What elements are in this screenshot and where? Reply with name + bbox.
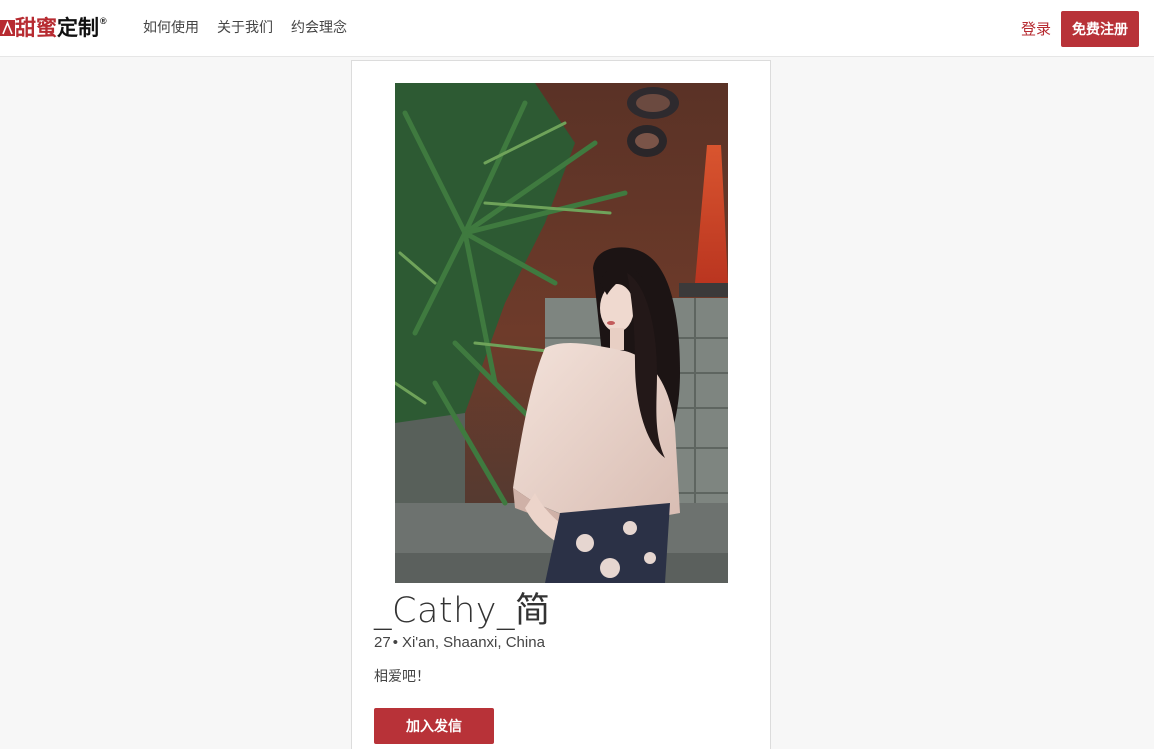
profile-age: 27 [374, 634, 391, 651]
site-logo[interactable]: 甜蜜 定制 ® [0, 14, 107, 42]
registered-mark: ® [100, 16, 107, 26]
profile-location: Xi'an, Shaanxi, China [401, 634, 545, 651]
profile-card: _Cathy_简 27 • Xi'an, Shaanxi, China 相爱吧！ 加… [351, 60, 771, 749]
send-message-button[interactable]: 加入发信 [374, 708, 494, 744]
profile-photo-illustration [395, 83, 728, 583]
logo-text-dark: 定制 [57, 16, 99, 40]
main-nav: 如何使用 关于我们 约会理念 [143, 0, 365, 57]
register-button[interactable]: 免费注册 [1061, 11, 1139, 47]
profile-name: _Cathy_简 [374, 591, 551, 631]
profile-bio: 相爱吧！ [374, 669, 430, 685]
logo-mark-icon [0, 17, 15, 39]
login-link[interactable]: 登录 [1021, 19, 1051, 39]
logo-text-red: 甜蜜 [15, 16, 57, 40]
nav-dating-philosophy[interactable]: 约会理念 [291, 0, 347, 57]
profile-photo[interactable] [395, 83, 728, 583]
top-navigation-bar: 甜蜜 定制 ® 如何使用 关于我们 约会理念 登录 免费注册 [0, 0, 1154, 57]
profile-meta: 27 • Xi'an, Shaanxi, China [374, 633, 545, 653]
nav-how-to-use[interactable]: 如何使用 [143, 0, 199, 57]
nav-about-us[interactable]: 关于我们 [217, 0, 273, 57]
meta-separator: • [392, 634, 398, 651]
